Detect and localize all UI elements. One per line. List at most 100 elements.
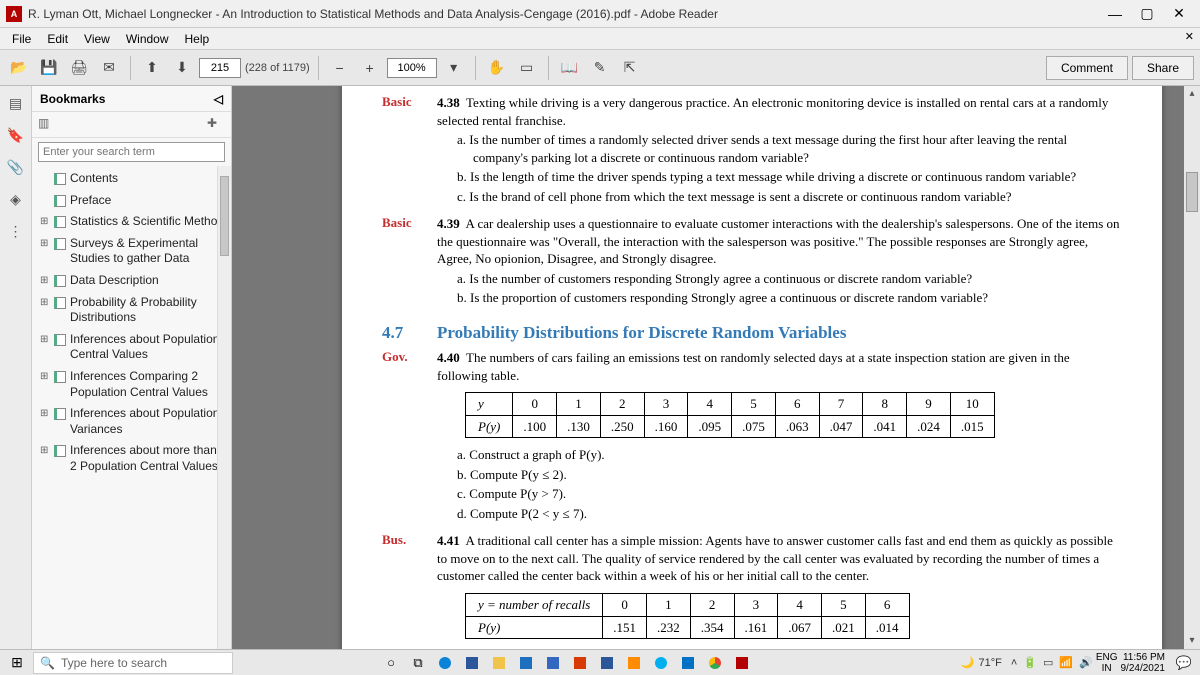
page-up-icon[interactable]: ⬆ — [139, 55, 165, 81]
menu-edit[interactable]: Edit — [39, 30, 76, 48]
tree-item[interactable]: ⊞Inferences about Population Variances — [38, 403, 227, 440]
bookmark-icon — [54, 371, 66, 383]
zoom-in-icon[interactable]: + — [357, 55, 383, 81]
tree-scrollbar[interactable] — [217, 166, 231, 649]
tree-item[interactable]: ⊞Inferences about more than 2 Population… — [38, 440, 227, 477]
task-explorer-icon[interactable] — [487, 652, 511, 674]
scroll-down-icon[interactable]: ▾ — [1184, 633, 1200, 649]
panel-options-icon[interactable]: ▥ — [38, 116, 56, 134]
bookmark-icon — [54, 238, 66, 250]
task-mail-icon[interactable] — [514, 652, 538, 674]
zoom-dropdown-icon[interactable]: ▾ — [441, 55, 467, 81]
menu-window[interactable]: Window — [118, 30, 177, 48]
scroll-up-icon[interactable]: ▴ — [1184, 86, 1200, 102]
doc-scrollbar[interactable]: ▴ ▾ — [1184, 86, 1200, 649]
task-app1-icon[interactable] — [541, 652, 565, 674]
tree-item[interactable]: ⊞Inferences about Population Central Val… — [38, 329, 227, 366]
tool-read-icon[interactable]: 📖 — [557, 55, 583, 81]
save-icon[interactable]: 💾 — [36, 55, 62, 81]
tree-item[interactable]: ⊞Statistics & Scientific Method — [38, 211, 227, 233]
document-close-button[interactable]: ✕ — [1185, 30, 1194, 43]
taskbar-weather[interactable]: 🌙71°F — [955, 656, 1008, 669]
question-number: 4.40 — [437, 350, 460, 365]
tray-battery-icon[interactable]: 🔋 — [1023, 656, 1037, 669]
task-view-icon[interactable]: ⧉ — [406, 652, 430, 674]
rail-pages-icon[interactable]: ▤ — [5, 92, 27, 114]
tool-select-icon[interactable]: ▭ — [514, 55, 540, 81]
taskbar-language[interactable]: ENGIN — [1096, 652, 1118, 674]
bookmark-icon — [54, 275, 66, 287]
question-number: 4.41 — [437, 533, 460, 548]
panel-collapse-icon[interactable]: ◁ — [214, 92, 223, 106]
tray-wifi-icon[interactable]: 📶 — [1059, 656, 1073, 669]
open-icon[interactable]: 📂 — [6, 55, 32, 81]
tray-volume-icon[interactable]: 🔊 — [1079, 656, 1093, 669]
taskbar: ⊞ 🔍 Type here to search ○ ⧉ 🌙71°F ˄ 🔋 ▭ … — [0, 649, 1200, 675]
task-chrome-icon[interactable] — [703, 652, 727, 674]
tool-sign-icon[interactable]: ✎ — [587, 55, 613, 81]
maximize-button[interactable]: ▢ — [1132, 3, 1162, 25]
section-number: 4.7 — [382, 323, 437, 343]
question-part: a. Is the number of times a randomly sel… — [437, 131, 1122, 166]
menubar: File Edit View Window Help ✕ — [0, 28, 1200, 50]
panel-title: Bookmarks — [40, 92, 105, 106]
task-skype-icon[interactable] — [649, 652, 673, 674]
table-440: y012345678910 P(y).100.130.250.160.095.0… — [465, 392, 995, 438]
page-down-icon[interactable]: ⬇ — [169, 55, 195, 81]
question-number: 4.39 — [437, 216, 460, 231]
rail-bookmarks-icon[interactable]: 🔖 — [5, 124, 27, 146]
titlebar: A R. Lyman Ott, Michael Longnecker - An … — [0, 0, 1200, 28]
share-button[interactable]: Share — [1132, 56, 1194, 80]
task-adobe-icon[interactable] — [730, 652, 754, 674]
question-part: c. Compute P(y > 7). — [437, 485, 1122, 503]
zoom-input[interactable] — [387, 58, 437, 78]
rail-more-icon[interactable]: ⋮ — [5, 220, 27, 242]
search-icon: 🔍 — [40, 656, 55, 670]
question-part: a. Construct a graph of P(y). — [437, 446, 1122, 464]
bookmark-icon — [54, 173, 66, 185]
tool-hand-icon[interactable]: ✋ — [484, 55, 510, 81]
question-part: b. Is the proportion of customers respon… — [437, 289, 1122, 307]
page-number-input[interactable] — [199, 58, 241, 78]
tray-notifications-icon[interactable]: 💬 — [1172, 652, 1196, 674]
tray-display-icon[interactable]: ▭ — [1043, 656, 1053, 669]
task-outlook-icon[interactable] — [676, 652, 700, 674]
panel-new-icon[interactable]: ✚ — [207, 116, 225, 134]
bookmark-search-input[interactable] — [38, 142, 225, 162]
taskbar-clock[interactable]: 11:56 PM9/24/2021 — [1121, 652, 1170, 674]
section-title: Probability Distributions for Discrete R… — [437, 323, 846, 343]
rail-attachments-icon[interactable]: 📎 — [5, 156, 27, 178]
taskbar-search[interactable]: 🔍 Type here to search — [33, 652, 233, 674]
comment-button[interactable]: Comment — [1046, 56, 1128, 80]
toolbar: 📂 💾 🖨 ✉ ⬆ ⬇ (228 of 1179) − + ▾ ✋ ▭ 📖 ✎ … — [0, 50, 1200, 86]
menu-view[interactable]: View — [76, 30, 118, 48]
tree-item[interactable]: Preface — [38, 190, 227, 212]
menu-help[interactable]: Help — [177, 30, 218, 48]
question-part: b. Is the length of time the driver spen… — [437, 168, 1122, 186]
rail-signatures-icon[interactable]: ◈ — [5, 188, 27, 210]
tree-item[interactable]: ⊞Probability & Probability Distributions — [38, 292, 227, 329]
task-app2-icon[interactable] — [568, 652, 592, 674]
task-word-icon[interactable] — [595, 652, 619, 674]
tree-item[interactable]: Contents — [38, 168, 227, 190]
task-store-icon[interactable] — [460, 652, 484, 674]
print-icon[interactable]: 🖨 — [66, 55, 92, 81]
tree-item[interactable]: ⊞Inferences Comparing 2 Population Centr… — [38, 366, 227, 403]
question-part: b. Compute P(y ≤ 2). — [437, 466, 1122, 484]
close-button[interactable]: ✕ — [1164, 3, 1194, 25]
zoom-out-icon[interactable]: − — [327, 55, 353, 81]
minimize-button[interactable]: — — [1100, 3, 1130, 25]
level-label: Basic — [382, 215, 437, 309]
tree-item[interactable]: ⊞Data Description — [38, 270, 227, 292]
page-count: (228 of 1179) — [245, 62, 310, 74]
task-media-icon[interactable] — [622, 652, 646, 674]
tree-item[interactable]: ⊞Surveys & Experimental Studies to gathe… — [38, 233, 227, 270]
task-cortana-icon[interactable]: ○ — [379, 652, 403, 674]
tool-expand-icon[interactable]: ⇱ — [617, 55, 643, 81]
tray-up-icon[interactable]: ˄ — [1011, 657, 1017, 669]
task-edge-icon[interactable] — [433, 652, 457, 674]
start-button[interactable]: ⊞ — [4, 652, 30, 674]
menu-file[interactable]: File — [4, 30, 39, 48]
email-icon[interactable]: ✉ — [96, 55, 122, 81]
document-area: Basic 4.38 Texting while driving is a ve… — [232, 86, 1200, 649]
